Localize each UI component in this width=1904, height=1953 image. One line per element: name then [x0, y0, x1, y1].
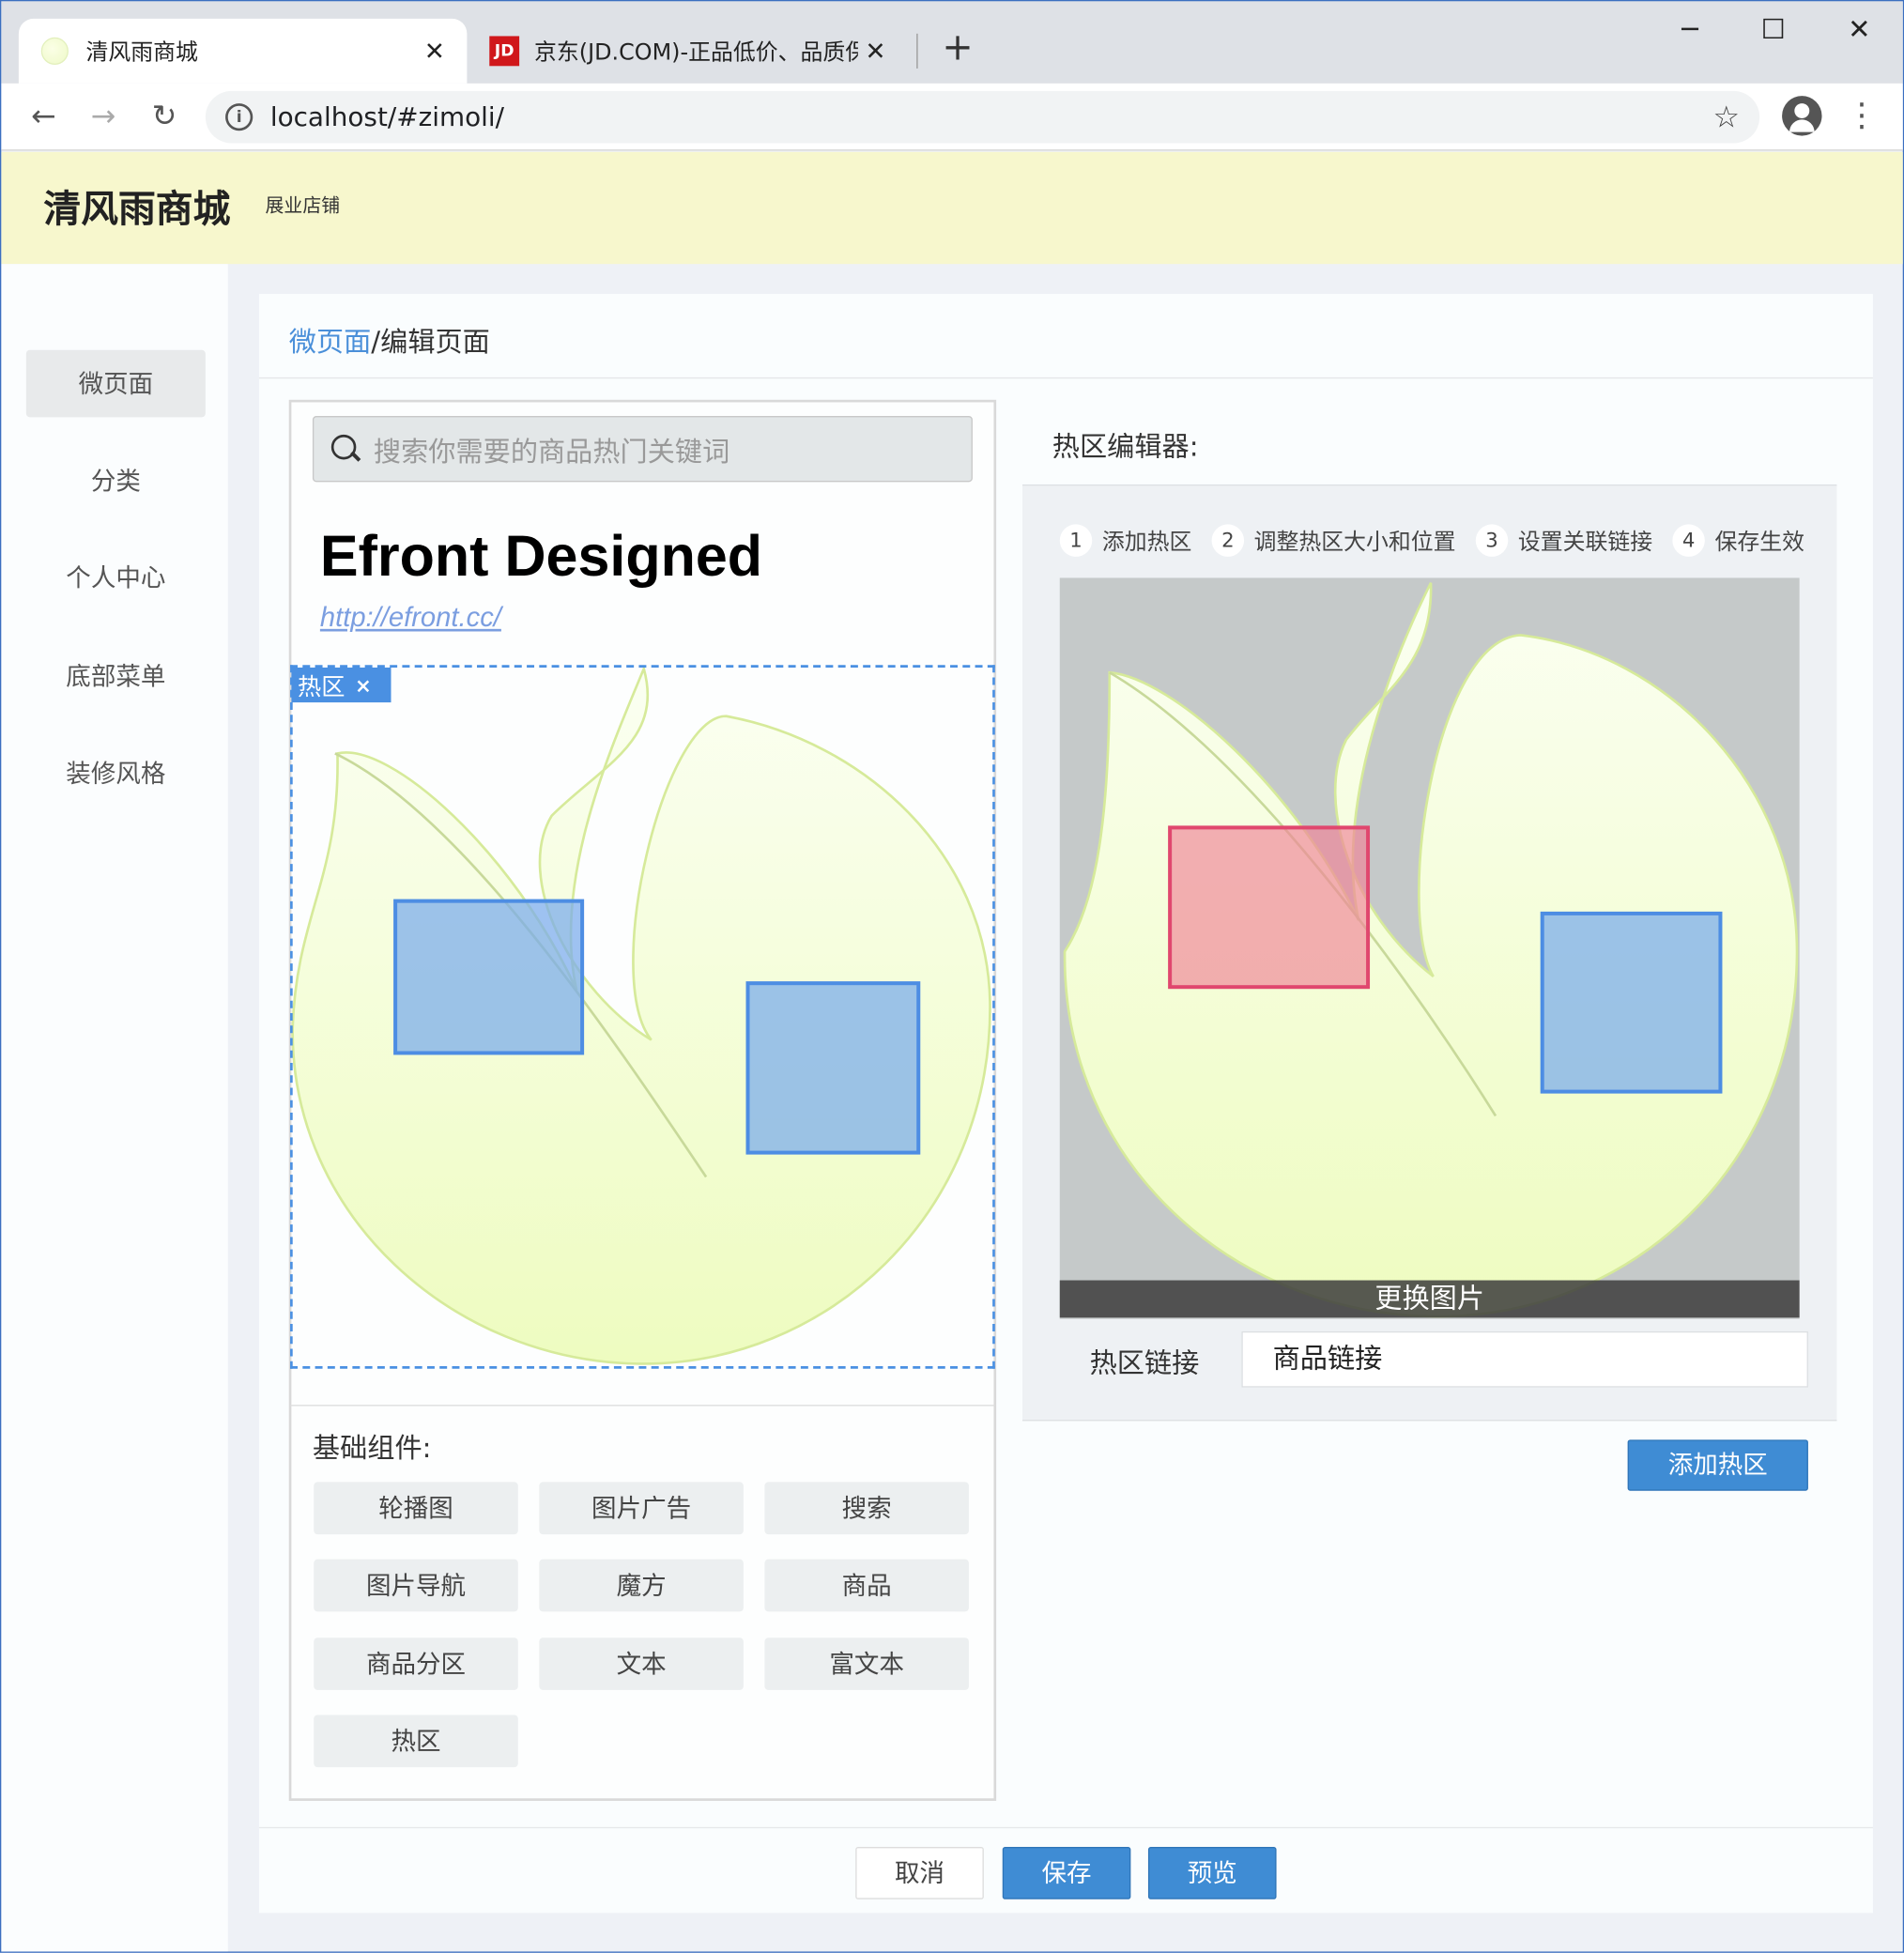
- step-number: 3: [1475, 524, 1509, 557]
- step-label: 设置关联链接: [1517, 529, 1653, 556]
- breadcrumb: 微页面/编辑页面: [289, 320, 490, 360]
- profile-avatar-icon[interactable]: [1782, 96, 1822, 136]
- preview-hotspot-area[interactable]: [745, 981, 921, 1155]
- step-number: 4: [1672, 524, 1705, 557]
- divider: [258, 377, 1873, 379]
- search-input[interactable]: 搜索你需要的商品热门关键词: [312, 416, 973, 483]
- step-label: 添加热区: [1101, 529, 1192, 556]
- component-image-ad-button[interactable]: 图片广告: [539, 1482, 744, 1535]
- cancel-button[interactable]: 取消: [855, 1847, 984, 1899]
- breadcrumb-current: 编辑页面: [380, 327, 490, 360]
- close-icon[interactable]: ×: [355, 673, 372, 697]
- component-hotspot-button[interactable]: 热区: [314, 1715, 518, 1768]
- sidebar-item-category[interactable]: 分类: [26, 447, 206, 515]
- step-item: 4 保存生效: [1672, 524, 1804, 557]
- hotspot-link-input[interactable]: 商品链接: [1241, 1330, 1808, 1388]
- step-item: 3 设置关联链接: [1475, 524, 1653, 557]
- search-placeholder: 搜索你需要的商品热门关键词: [373, 436, 730, 469]
- editor-hotspot-area-selected[interactable]: [1168, 825, 1371, 990]
- brand-title: 清风雨商城: [43, 188, 231, 232]
- back-arrow-icon[interactable]: ←: [22, 96, 67, 135]
- editor-steps: 1 添加热区 2 调整热区大小和位置 3 设置关联链接 4 保存生效: [1059, 524, 1824, 557]
- component-goods-section-button[interactable]: 商品分区: [314, 1638, 518, 1690]
- menu-kebab-icon[interactable]: ⋮: [1844, 96, 1879, 135]
- url-text[interactable]: localhost/#zimoli/: [270, 102, 1713, 132]
- component-text-button[interactable]: 文本: [539, 1638, 744, 1690]
- minimize-icon[interactable]: ─: [1667, 14, 1712, 49]
- step-number: 2: [1211, 524, 1245, 557]
- component-image-nav-button[interactable]: 图片导航: [314, 1559, 518, 1612]
- component-rich-text-button[interactable]: 富文本: [764, 1638, 969, 1690]
- search-icon: [330, 434, 361, 464]
- forward-arrow-icon[interactable]: →: [81, 96, 126, 135]
- step-item: 1 添加热区: [1059, 524, 1192, 557]
- bookmark-star-icon[interactable]: ☆: [1712, 100, 1740, 134]
- divider: [290, 1405, 995, 1407]
- save-button[interactable]: 保存: [1002, 1847, 1131, 1899]
- step-label: 保存生效: [1714, 529, 1804, 556]
- browser-tab-active[interactable]: 清风雨商城 ✕: [18, 18, 468, 84]
- breadcrumb-link[interactable]: 微页面: [289, 328, 372, 359]
- tab-title: 京东(JD.COM)-正品低价、品质保障: [534, 39, 858, 67]
- sidebar-item-micropage[interactable]: 微页面: [25, 349, 206, 418]
- preview-title: Efront Designed: [319, 523, 763, 589]
- step-item: 2 调整热区大小和位置: [1211, 524, 1456, 557]
- leaf-favicon-icon: [40, 37, 69, 65]
- reload-icon[interactable]: ↻: [142, 96, 187, 135]
- component-magic-cube-button[interactable]: 魔方: [539, 1559, 744, 1612]
- close-tab-icon[interactable]: ✕: [858, 36, 893, 66]
- step-label: 调整热区大小和位置: [1253, 529, 1456, 556]
- tab-title: 清风雨商城: [85, 39, 198, 67]
- sidebar: [1, 264, 228, 1952]
- tab-divider: [916, 33, 918, 69]
- sidebar-item-decoration-style[interactable]: 装修风格: [26, 740, 206, 807]
- divider: [258, 1826, 1873, 1829]
- shop-subtitle: 展业店铺: [265, 193, 341, 217]
- hotspot-link-label: 热区链接: [1089, 1348, 1200, 1380]
- jd-favicon-icon: JD: [489, 36, 520, 67]
- address-bar[interactable]: i localhost/#zimoli/ ☆: [205, 90, 1760, 144]
- component-search-button[interactable]: 搜索: [764, 1482, 969, 1535]
- info-icon[interactable]: i: [225, 103, 253, 131]
- components-title: 基础组件:: [312, 1433, 432, 1465]
- hotspot-tag[interactable]: 热区 ×: [291, 667, 392, 703]
- browser-tab-jd[interactable]: JD 京东(JD.COM)-正品低价、品质保障 ✕: [472, 19, 908, 84]
- hotspot-tag-label: 热区: [298, 672, 345, 701]
- editor-hotspot-area[interactable]: [1540, 911, 1723, 1094]
- change-image-button[interactable]: 更换图片: [1059, 1280, 1800, 1318]
- component-carousel-button[interactable]: 轮播图: [314, 1482, 518, 1535]
- add-hotspot-button[interactable]: 添加热区: [1627, 1439, 1808, 1491]
- step-number: 1: [1059, 524, 1093, 557]
- maximize-icon[interactable]: ☐: [1751, 14, 1796, 49]
- editor-title: 热区编辑器:: [1052, 432, 1199, 464]
- preview-button[interactable]: 预览: [1147, 1847, 1277, 1899]
- sidebar-item-personal-center[interactable]: 个人中心: [26, 545, 206, 612]
- new-tab-plus-icon[interactable]: +: [938, 28, 977, 69]
- sidebar-item-bottom-menu[interactable]: 底部菜单: [26, 642, 206, 710]
- window-close-icon[interactable]: ✕: [1836, 14, 1881, 49]
- preview-hotspot-area[interactable]: [393, 899, 585, 1055]
- component-goods-button[interactable]: 商品: [764, 1559, 969, 1612]
- close-tab-icon[interactable]: ✕: [417, 36, 452, 66]
- preview-link[interactable]: http://efront.cc/: [320, 602, 501, 634]
